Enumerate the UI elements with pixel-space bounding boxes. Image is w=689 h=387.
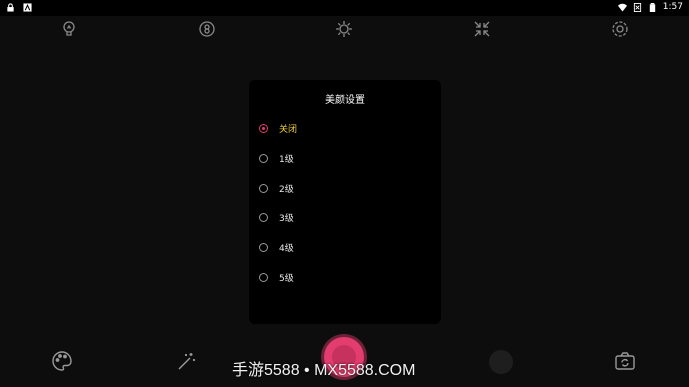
brightness-icon[interactable] [334,19,354,39]
dialog-title: 美颜设置 [325,95,365,106]
status-time: 1:57 [662,2,683,12]
option-label: 4级 [279,243,294,254]
beauty-settings-dialog: 美颜设置 关闭 1级 2级 3级 4级 5级 [249,80,441,324]
gallery-thumbnail[interactable] [489,350,513,374]
option-level-3[interactable]: 3级 [259,207,431,227]
option-label: 2级 [279,184,294,195]
option-off[interactable]: 关闭 [259,118,431,138]
radio-icon[interactable] [259,272,268,282]
option-label: 3级 [279,213,294,224]
top-toolbar [0,16,689,42]
lock-icon [6,3,15,12]
battery-icon [648,2,657,12]
no-sim-icon [633,2,642,12]
option-level-1[interactable]: 1级 [259,148,431,168]
option-label: 1级 [279,154,294,165]
option-level-4[interactable]: 4级 [259,237,431,257]
magic-wand-icon[interactable] [176,350,198,372]
radio-icon[interactable] [259,153,268,163]
notification-icon [23,3,32,12]
wifi-icon [617,3,627,12]
flash-icon[interactable] [59,19,79,39]
settings-icon[interactable] [610,19,630,39]
watermark: 手游5588 • MX5588.COM [232,362,416,379]
radio-icon[interactable] [259,242,268,252]
status-bar: 1:57 [0,0,689,16]
radio-selected-icon[interactable] [259,123,268,133]
switch-camera-icon[interactable] [614,350,636,372]
hdr-icon[interactable] [197,19,217,39]
option-label: 关闭 [279,124,298,135]
option-label: 5级 [279,273,294,284]
collapse-icon[interactable] [472,19,492,39]
option-level-5[interactable]: 5级 [259,267,431,287]
option-level-2[interactable]: 2级 [259,178,431,198]
palette-icon[interactable] [51,350,73,372]
radio-icon[interactable] [259,183,268,193]
radio-icon[interactable] [259,212,268,222]
